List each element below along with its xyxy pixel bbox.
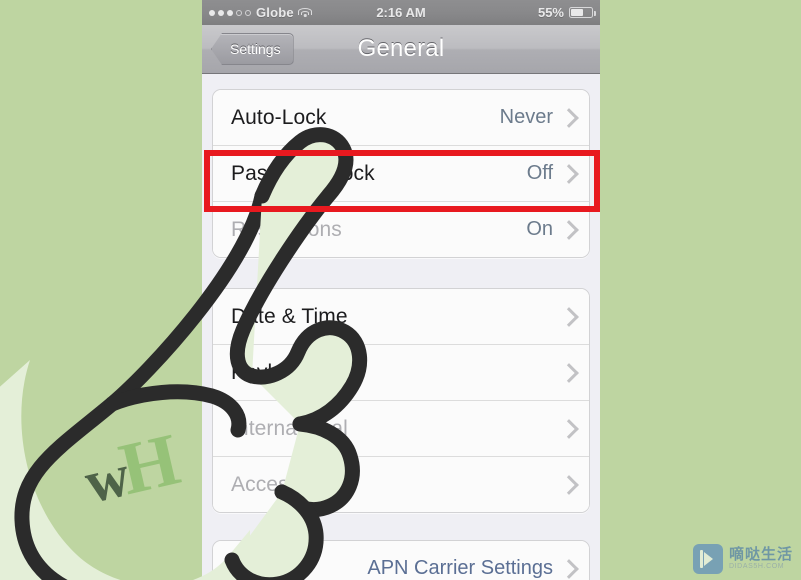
row-passcode-lock[interactable]: Passcode Lock Off — [213, 145, 589, 201]
row-date-time[interactable]: Date & Time — [213, 289, 589, 344]
site-watermark: 嘀哒生活 DIDAS5H.COM — [692, 544, 793, 574]
row-international[interactable]: International — [213, 400, 589, 456]
row-label: Passcode Lock — [231, 161, 375, 185]
chevron-right-icon — [559, 219, 579, 240]
row-label: Auto-Lock — [231, 105, 327, 129]
chevron-right-icon — [559, 163, 579, 184]
row-label: International — [231, 416, 348, 440]
back-button-label: Settings — [230, 41, 281, 57]
chevron-right-icon — [559, 362, 579, 383]
settings-group-system: Date & Time Keyboard International Acces… — [212, 288, 590, 513]
status-bar: Globe 2:16 AM 55% — [202, 0, 600, 25]
settings-list: Auto-Lock Never Passcode Lock Off Restri… — [202, 89, 600, 580]
navigation-bar: Settings General — [202, 25, 600, 74]
screenshot-canvas: Globe 2:16 AM 55% Settings General Auto-… — [0, 0, 801, 580]
site-url: DIDAS5H.COM — [728, 563, 785, 571]
wikihow-logo-w: w — [78, 441, 136, 516]
battery-percentage: 55% — [537, 5, 564, 20]
wikihow-logo-h: H — [112, 418, 187, 512]
row-restrictions[interactable]: Restrictions On — [213, 201, 589, 257]
row-label: Restrictions — [231, 217, 342, 241]
site-name: 嘀哒生活 — [728, 546, 793, 564]
settings-group-profile: Profile APN Carrier Settings — [212, 540, 590, 580]
row-value: Off — [526, 162, 553, 184]
chevron-right-icon — [559, 418, 579, 439]
battery-icon — [569, 7, 596, 18]
row-label: Date & Time — [231, 304, 348, 328]
row-value: On — [526, 218, 553, 240]
play-button-logo-icon — [692, 544, 723, 574]
row-label: Accessibility — [231, 472, 347, 496]
chevron-right-icon — [559, 558, 579, 579]
row-accessibility[interactable]: Accessibility — [213, 456, 589, 512]
settings-group-lock: Auto-Lock Never Passcode Lock Off Restri… — [212, 89, 590, 258]
status-bar-right: 55% — [538, 5, 600, 20]
chevron-right-icon — [559, 474, 579, 495]
phone-screen: Globe 2:16 AM 55% Settings General Auto-… — [202, 0, 600, 580]
row-label: Profile — [231, 556, 292, 580]
row-value: Never — [499, 106, 553, 128]
row-auto-lock[interactable]: Auto-Lock Never — [213, 90, 589, 145]
site-watermark-text: 嘀哒生活 DIDAS5H.COM — [729, 547, 793, 570]
chevron-right-icon — [559, 107, 579, 128]
row-profile[interactable]: Profile APN Carrier Settings — [213, 541, 589, 580]
back-button-settings[interactable]: Settings — [211, 33, 294, 65]
wikihow-logo: wH — [77, 418, 187, 516]
chevron-right-icon — [559, 306, 579, 327]
row-label: Keyboard — [231, 360, 322, 384]
row-keyboard[interactable]: Keyboard — [213, 344, 589, 400]
row-value: APN Carrier Settings — [367, 557, 553, 579]
